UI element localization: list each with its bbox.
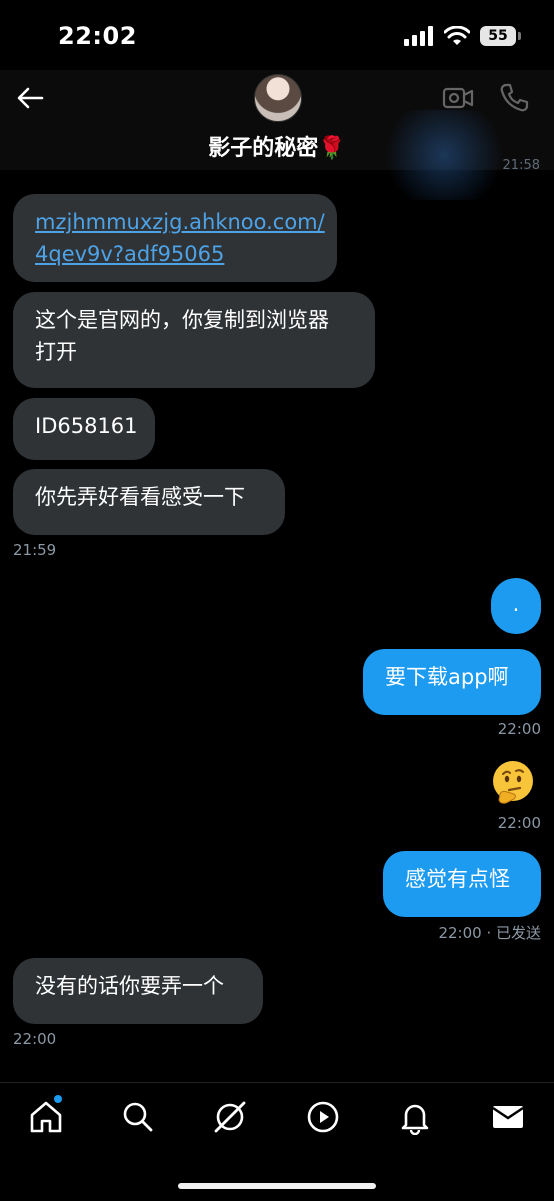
message-bubble-incoming[interactable]: ID658161 — [13, 398, 155, 460]
thinking-face-emoji-message[interactable] — [490, 760, 536, 806]
status-time: 22:02 — [58, 22, 137, 50]
message-bubble-outgoing[interactable]: 感觉有点怪 — [383, 851, 541, 917]
status-icons: 55 — [404, 26, 521, 46]
search-icon[interactable] — [120, 1099, 156, 1135]
home-indicator[interactable] — [178, 1183, 376, 1189]
message-link-line[interactable]: 4qev9v?adf95065 — [35, 238, 315, 270]
message-text: 要下载app啊 — [385, 665, 509, 689]
message-text-line: 这个是官网的，你复制到浏览器 — [35, 308, 329, 332]
message-bubble-incoming[interactable]: 这个是官网的，你复制到浏览器 打开 — [13, 292, 375, 388]
thinking-face-icon — [493, 761, 533, 804]
message-timestamp: 22:00 — [497, 720, 541, 738]
partial-timestamp: 21:58 — [502, 158, 540, 170]
wifi-icon — [444, 26, 470, 45]
home-notification-dot — [54, 1095, 62, 1103]
cellular-signal-icon — [404, 26, 433, 46]
message-bubble-incoming[interactable]: 没有的话你要弄一个 — [13, 958, 263, 1024]
bottom-tab-bar — [0, 1082, 554, 1201]
message-timestamp: 22:00 — [13, 1030, 57, 1048]
notifications-icon[interactable] — [397, 1099, 433, 1135]
message-text-line: 打开 — [35, 340, 77, 364]
back-arrow-icon[interactable] — [14, 82, 46, 114]
message-timestamp: 21:59 — [13, 541, 57, 559]
message-text: ID658161 — [35, 414, 138, 438]
message-bubble-incoming[interactable]: mzjhmmuxzjg.ahknoo.com/ 4qev9v?adf95065 — [13, 194, 337, 282]
avatar[interactable] — [254, 74, 302, 122]
message-timestamp: 22:00 — [497, 814, 541, 832]
battery-icon: 55 — [480, 26, 521, 46]
message-text: . — [512, 592, 520, 616]
message-link-line[interactable]: mzjhmmuxzjg.ahknoo.com/ — [35, 206, 325, 238]
message-bubble-incoming[interactable]: 你先弄好看看感受一下 — [13, 469, 285, 535]
message-text: 感觉有点怪 — [405, 867, 510, 891]
home-icon[interactable] — [28, 1099, 64, 1135]
chat-header: 影子的秘密🌹 — [0, 70, 554, 200]
video-call-icon[interactable] — [442, 82, 474, 114]
message-bubble-outgoing[interactable]: . — [491, 578, 541, 634]
message-text: 你先弄好看看感受一下 — [35, 485, 245, 509]
messages-icon[interactable] — [490, 1099, 526, 1135]
status-bar: 22:02 55 — [0, 0, 554, 70]
message-timestamp-sent: 22:00 · 已发送 — [438, 924, 541, 942]
page-title: 影子的秘密🌹 — [208, 136, 346, 161]
message-bubble-outgoing[interactable]: 要下载app啊 — [363, 649, 541, 715]
video-icon[interactable] — [305, 1099, 341, 1135]
grok-icon[interactable] — [212, 1099, 248, 1135]
message-text: 没有的话你要弄一个 — [35, 974, 224, 998]
phone-call-icon[interactable] — [498, 82, 530, 114]
